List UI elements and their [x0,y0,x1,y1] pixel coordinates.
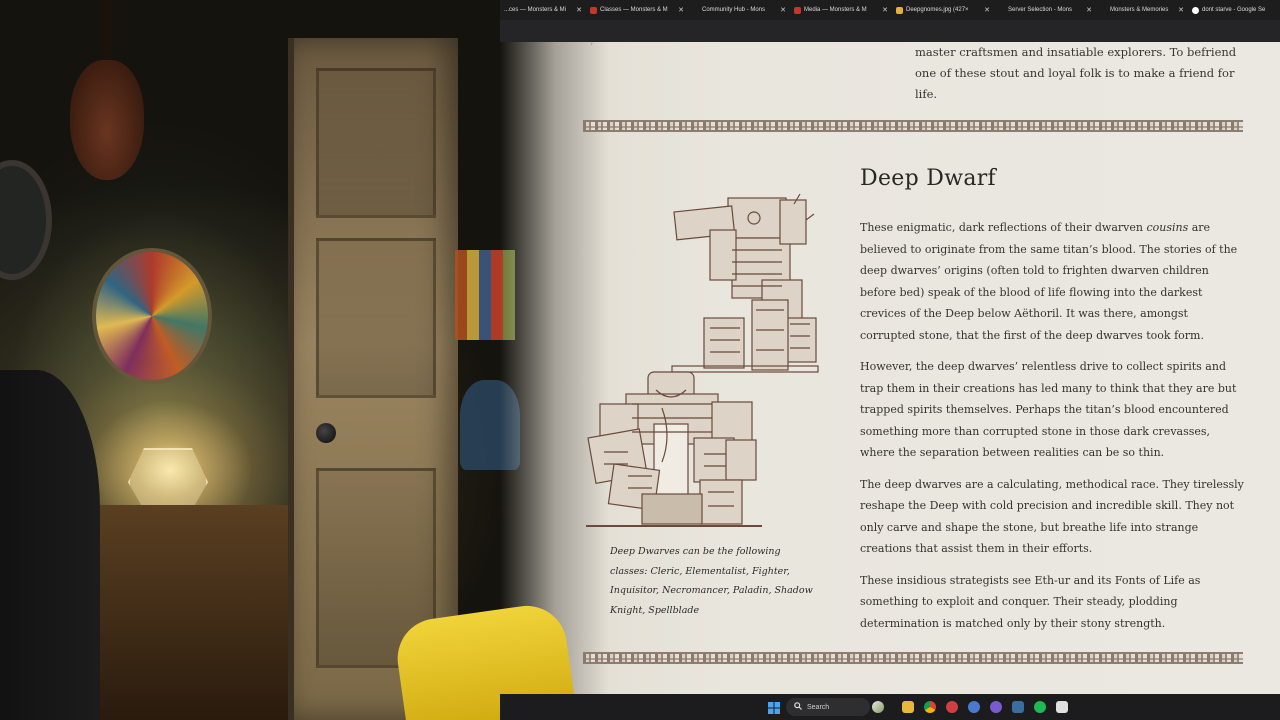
monsters-memories-favicon-icon [794,6,801,14]
close-tab-icon[interactable]: ✕ [674,6,684,14]
class-list-caption: Deep Dwarves can be the following classe… [610,546,813,616]
ornamental-divider [583,120,1243,132]
taskbar-search[interactable]: Search [786,698,870,716]
app-icon[interactable] [968,701,980,713]
ornamental-divider [583,652,1243,664]
browser-tab[interactable]: Server Selection - Mons ✕ [994,0,1096,20]
door-knob [316,423,336,443]
section-heading: Deep Dwarf [860,166,996,191]
browser-toolbar [500,20,1280,42]
lamp [128,448,208,510]
browser-tab[interactable]: Monsters & Memories ✕ [1096,0,1188,20]
close-tab-icon[interactable]: ✕ [980,6,990,14]
spotify-icon[interactable] [1034,701,1046,713]
close-tab-icon[interactable]: ✕ [572,6,582,14]
close-tab-icon[interactable]: ✕ [1174,6,1184,14]
section-body: These enigmatic, dark reflections of the… [860,217,1246,644]
tab-label: Server Selection - Mons [1008,7,1073,13]
paragraph: The deep dwarves are a calculating, meth… [860,477,1244,556]
tab-favicon-icon [692,7,699,14]
file-explorer-icon[interactable] [902,701,914,713]
browser-tab[interactable]: Community Hub - Mons ✕ [688,0,790,20]
chair [0,370,100,720]
search-label: Search [807,703,830,711]
stone-golem-illustration [670,190,822,376]
tab-label: dont starve - Google Se [1202,7,1266,13]
app-icon[interactable] [946,701,958,713]
browser-tab[interactable]: dont starve - Google Se [1188,0,1280,20]
windows-taskbar: Search [500,694,1280,720]
paragraph-text: These enigmatic, dark reflections of the… [860,221,1147,234]
tab-label: Classes — Monsters & M [600,7,668,13]
widgets-icon[interactable] [872,701,884,713]
close-tab-icon[interactable]: ✕ [1082,6,1092,14]
paragraph: These insidious strategists see Eth-ur a… [860,573,1201,630]
deep-dwarf-illustration [582,368,768,530]
tab-label: Monsters & Memories [1110,7,1169,13]
emphasis-text: cousins [1146,221,1189,234]
paragraph-text: are believed to originate from the same … [860,221,1238,342]
tab-favicon-icon [998,7,1005,14]
guitar [70,60,144,180]
door-panel [316,238,436,398]
windows-logo-icon[interactable] [768,701,780,714]
paragraph: These enigmatic, dark reflections of the… [860,217,1246,346]
browser-tab[interactable]: Deepgnomes.jpg (427× ✕ [892,0,994,20]
search-icon [794,702,802,712]
browser-tab[interactable]: Classes — Monsters & M ✕ [586,0,688,20]
app-icon[interactable] [1056,701,1068,713]
previous-section-text: master craftsmen and insatiable explorer… [915,45,1237,101]
desk [95,505,295,720]
close-tab-icon[interactable]: ✕ [878,6,888,14]
paragraph: However, the deep dwarves’ relentless dr… [860,360,1237,459]
tab-label: Media — Monsters & M [804,7,867,13]
chrome-icon[interactable] [924,701,936,713]
cut-off-text: , [590,42,594,47]
web-page: , master craftsmen and insatiable explor… [500,42,1280,694]
tab-label: Community Hub - Mons [702,7,766,13]
steam-icon[interactable] [1012,701,1024,713]
door-panel [316,68,436,218]
google-favicon-icon [1192,6,1199,14]
monsters-memories-favicon-icon [590,6,597,14]
browser-tab[interactable]: ...ces — Monsters & Mi ✕ [500,0,586,20]
image-favicon-icon [896,6,903,14]
discord-icon[interactable] [990,701,1002,713]
browser-tab[interactable]: Media — Monsters & M ✕ [790,0,892,20]
close-tab-icon[interactable]: ✕ [776,6,786,14]
tab-label: ...ces — Monsters & Mi [504,7,567,13]
browser-tab-strip: ...ces — Monsters & Mi ✕ Classes — Monst… [500,0,1280,20]
tab-favicon-icon [1100,7,1107,14]
tab-label: Deepgnomes.jpg (427× [906,7,969,13]
